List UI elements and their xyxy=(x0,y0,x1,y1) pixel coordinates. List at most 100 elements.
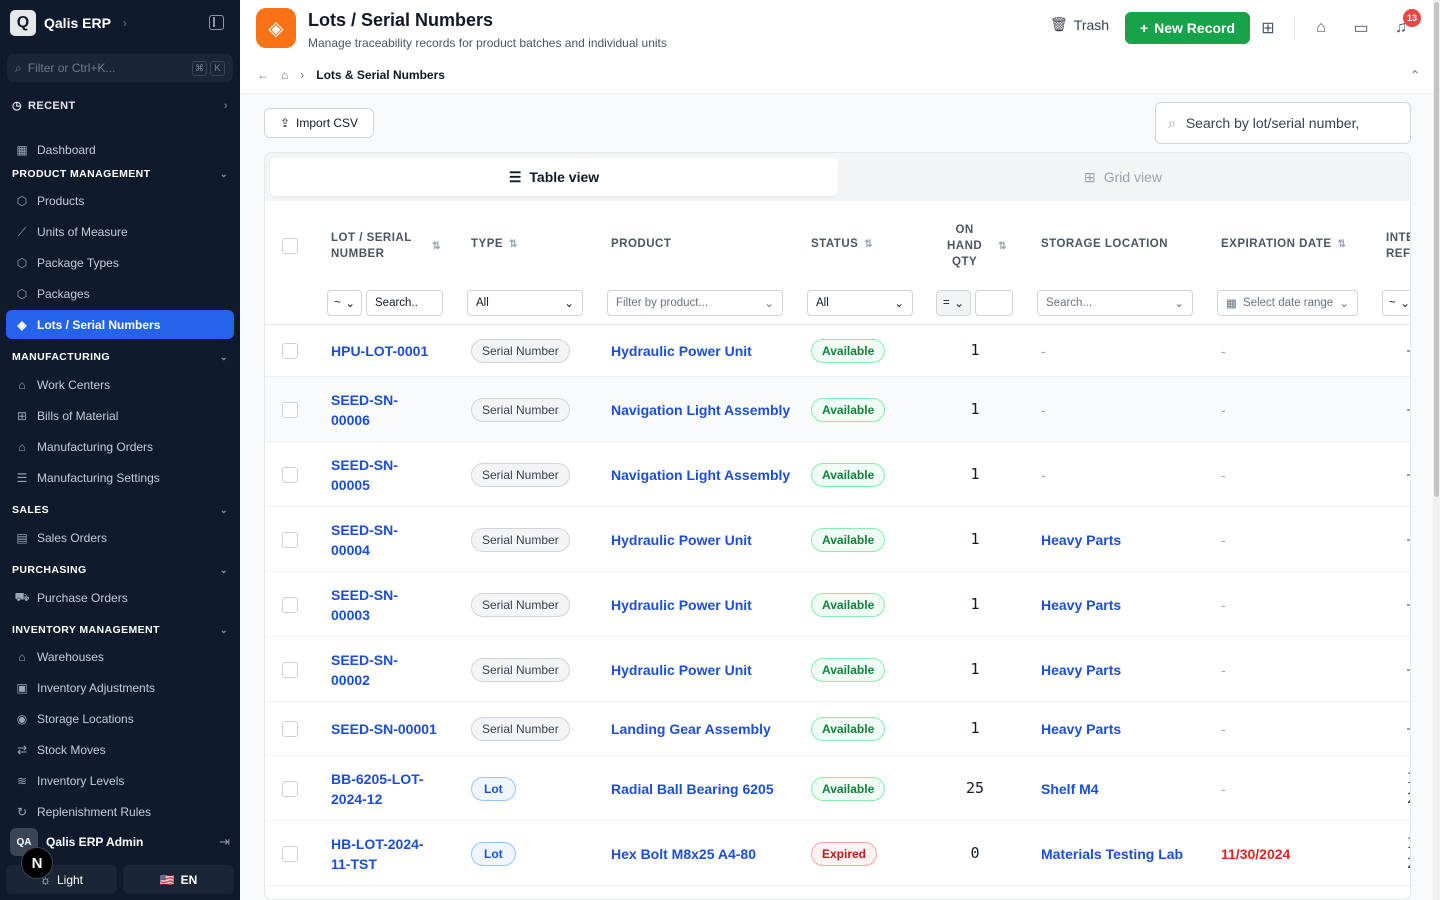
sidebar-item-inv-adjustments[interactable]: ▣ Inventory Adjustments xyxy=(6,674,234,702)
col-expiration-date[interactable]: EXPIRATION DATE ⇅ xyxy=(1221,238,1346,250)
sidebar-item-sales-orders[interactable]: ▤ Sales Orders xyxy=(6,524,234,552)
table-row[interactable]: SEED-SN- 00005 Serial Number Navigation L… xyxy=(265,442,1410,507)
tab-table-view[interactable]: ☰ Table view xyxy=(270,158,838,196)
sidebar-item-mfg-settings[interactable]: ☰ Manufacturing Settings xyxy=(6,464,234,492)
table-row[interactable]: HPU-LOT-0001 Serial Number Hydraulic Pow… xyxy=(265,325,1410,377)
lot-number-link[interactable]: HPU-LOT-0001 xyxy=(331,325,428,377)
section-product-management[interactable]: PRODUCT MANAGEMENT ⌄ xyxy=(12,168,228,180)
table-row[interactable]: SEED-SN- 00002 Serial Number Hydraulic Po… xyxy=(265,637,1410,702)
n-badge[interactable]: N xyxy=(21,847,53,879)
sidebar-item-purchase-orders[interactable]: ⛟ Purchase Orders xyxy=(6,584,234,612)
row-checkbox[interactable] xyxy=(282,531,298,548)
product-filter-select[interactable]: Filter by product... ⌄ xyxy=(607,290,783,316)
product-link[interactable]: Navigation Light Assembly xyxy=(611,377,790,442)
apps-grid-icon[interactable]: ⊞ xyxy=(1258,18,1278,38)
section-sales[interactable]: SALES ⌄ xyxy=(12,504,228,516)
search-input[interactable]: ⌕ Search by lot/serial number, xyxy=(1155,102,1411,144)
sidebar-item-replenishment[interactable]: ↻ Replenishment Rules xyxy=(6,798,234,826)
row-checkbox[interactable] xyxy=(282,343,298,359)
table-row[interactable]: SEED-SN- 00006 Serial Number Navigation L… xyxy=(265,377,1410,442)
table-row[interactable]: HB-LOT-2024- 11-TST Lot Hex Bolt M8x25 A4… xyxy=(265,821,1410,886)
lot-number-link[interactable]: HB-LOT-2024- 11-TST xyxy=(331,821,424,886)
table-row[interactable]: SEED-SN-00001 Serial Number Landing Gear… xyxy=(265,702,1410,756)
section-purchasing[interactable]: PURCHASING ⌄ xyxy=(12,564,228,576)
lot-number-link[interactable]: SEED-SN- 00004 xyxy=(331,507,398,572)
col-on-hand-qty[interactable]: ON HAND QTY ⇅ xyxy=(947,222,1007,270)
language-button[interactable]: 🇺🇸 EN xyxy=(123,865,234,894)
storage-filter-select[interactable]: Search... ⌄ xyxy=(1037,290,1193,316)
lot-number-link[interactable]: SEED-SN- 00002 xyxy=(331,637,398,702)
storage-location-link[interactable]: Heavy Parts xyxy=(1041,637,1121,702)
row-checkbox[interactable] xyxy=(282,466,298,483)
lot-number-link[interactable]: SEED-SN-00001 xyxy=(331,702,437,756)
product-link[interactable]: Hydraulic Power Unit xyxy=(611,325,752,377)
row-checkbox[interactable] xyxy=(282,845,298,862)
col-lot-serial[interactable]: LOT / SERIAL NUMBER ⇅ xyxy=(331,230,441,262)
product-link[interactable]: Hydraulic Power Unit xyxy=(611,572,752,637)
date-range-picker[interactable]: ▦ Select date range ⌄ xyxy=(1217,290,1358,316)
tab-grid-view[interactable]: ⊞ Grid view xyxy=(840,158,1406,196)
new-record-button[interactable]: + New Record xyxy=(1125,12,1250,44)
table-row[interactable]: SEED-SN- 00003 Serial Number Hydraulic Po… xyxy=(265,572,1410,637)
sidebar-item-stock-moves[interactable]: ⇄ Stock Moves xyxy=(6,736,234,764)
sidebar-item-packages[interactable]: ⬡ Packages xyxy=(6,280,234,308)
import-csv-button[interactable]: ⇪ Import CSV xyxy=(264,108,374,138)
home-icon[interactable]: ⌂ xyxy=(281,68,288,82)
sidebar-item-work-centers[interactable]: ⌂ Work Centers xyxy=(6,371,234,399)
sidebar-item-boms[interactable]: ⊞ Bills of Material xyxy=(6,402,234,430)
lot-search-input[interactable]: Search.. xyxy=(366,290,443,316)
product-link[interactable]: Hex Bolt M8x25 A4-80 xyxy=(611,821,756,886)
chat-icon[interactable]: ▭ xyxy=(1351,18,1371,38)
sidebar-item-storage-locations[interactable]: ◉ Storage Locations xyxy=(6,705,234,733)
status-filter-select[interactable]: All ⌄ xyxy=(807,290,913,316)
lot-number-link[interactable]: SEED-SN- 00005 xyxy=(331,442,398,507)
sidebar-item-lots[interactable]: ◈ Lots / Serial Numbers xyxy=(6,310,234,339)
sidebar-collapse-icon[interactable] xyxy=(209,15,224,30)
sidebar-item-inventory-levels[interactable]: ≋ Inventory Levels xyxy=(6,767,234,795)
product-link[interactable]: Landing Gear Assembly xyxy=(611,702,771,756)
row-checkbox[interactable] xyxy=(282,401,298,418)
sidebar-item-mos[interactable]: ⌂ Manufacturing Orders xyxy=(6,433,234,461)
logout-icon[interactable]: ⇥ xyxy=(219,834,230,850)
chevron-up-icon[interactable]: ⌃ xyxy=(1410,68,1420,82)
sidebar-item-products[interactable]: ⬡ Products xyxy=(6,187,234,215)
type-filter-select[interactable]: All ⌄ xyxy=(467,290,583,316)
qty-filter-input[interactable] xyxy=(975,290,1013,316)
lot-number-link[interactable]: SEED-SN- 00006 xyxy=(331,377,398,442)
back-arrow-icon[interactable]: ← xyxy=(257,68,269,82)
sidebar-item-package-types[interactable]: ⬡ Package Types xyxy=(6,249,234,277)
product-link[interactable]: Hydraulic Power Unit xyxy=(611,637,752,702)
qty-operator-select[interactable]: = ⌄ xyxy=(936,290,971,316)
product-link[interactable]: Radial Ball Bearing 6205 xyxy=(611,756,774,821)
row-checkbox[interactable] xyxy=(282,721,298,737)
product-link[interactable]: Navigation Light Assembly xyxy=(611,442,790,507)
row-checkbox[interactable] xyxy=(282,780,298,797)
lot-number-link[interactable]: BB-6205-LOT- 2024-12 xyxy=(331,756,424,821)
scrollbar-thumb[interactable] xyxy=(1434,2,1439,497)
app-switcher[interactable]: Q Qalis ERP › xyxy=(10,10,127,36)
select-all-checkbox[interactable] xyxy=(282,238,298,254)
section-manufacturing[interactable]: MANUFACTURING ⌄ xyxy=(12,351,228,363)
lot-operator-select[interactable]: ~ ⌄ xyxy=(327,290,362,316)
lot-number-link[interactable]: SEED-SN- 00003 xyxy=(331,572,398,637)
bot-icon[interactable]: ⌂ xyxy=(1311,18,1331,38)
storage-location-link[interactable]: Materials Testing Lab xyxy=(1041,821,1183,886)
storage-location-link[interactable]: Shelf M4 xyxy=(1041,756,1099,821)
storage-location-link[interactable]: Heavy Parts xyxy=(1041,572,1121,637)
sidebar-item-dashboard[interactable]: ▦ Dashboard xyxy=(6,136,234,164)
ref-operator-select[interactable]: ~ ⌄ xyxy=(1382,290,1410,316)
recent-toggle[interactable]: ◷ RECENT › xyxy=(12,99,228,113)
product-link[interactable]: Hydraulic Power Unit xyxy=(611,507,752,572)
col-status[interactable]: STATUS ⇅ xyxy=(811,238,873,250)
sidebar-item-uom[interactable]: ⟋ Units of Measure xyxy=(6,218,234,246)
table-row[interactable]: SEED-SN- 00004 Serial Number Hydraulic Po… xyxy=(265,507,1410,572)
row-checkbox[interactable] xyxy=(282,596,298,613)
trash-button[interactable]: 🗑 Trash xyxy=(1050,16,1109,33)
row-checkbox[interactable] xyxy=(282,661,298,678)
storage-location-link[interactable]: Heavy Parts xyxy=(1041,702,1121,756)
storage-location-link[interactable]: Heavy Parts xyxy=(1041,507,1121,572)
section-inventory-management[interactable]: INVENTORY MANAGEMENT ⌄ xyxy=(12,624,228,636)
sidebar-filter-input[interactable]: ⌕ Filter or Ctrl+K... ⌘ K xyxy=(7,54,233,82)
col-type[interactable]: TYPE ⇅ xyxy=(471,238,518,250)
sidebar-item-warehouses[interactable]: ⌂ Warehouses xyxy=(6,643,234,671)
